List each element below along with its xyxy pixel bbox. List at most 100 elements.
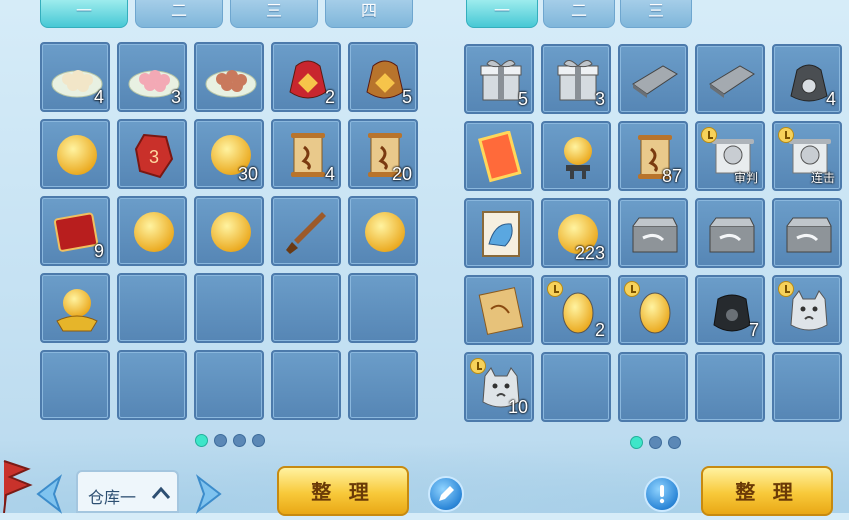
inventory-slot[interactable]: 4 [772,44,842,114]
sort-inventory-button[interactable]: 整 理 [701,466,833,516]
inventory-slot[interactable] [618,275,688,345]
warehouse-slot[interactable]: 9 [40,196,110,266]
info-button[interactable] [644,476,680,512]
clock-icon [778,281,794,297]
page-dot[interactable] [195,434,208,447]
warehouse-slot[interactable] [348,196,418,266]
inventory-slot[interactable]: 87 [618,121,688,191]
inventory-slot[interactable]: 连击 [772,121,842,191]
clock-icon [778,127,794,143]
tab-right-3[interactable]: 三 [620,0,692,28]
inventory-empty-slot[interactable] [695,352,765,422]
left-arrow-icon [36,474,63,514]
left-tab-bar: 一 二 三 四 [40,0,420,30]
svg-text:3: 3 [149,147,159,167]
clock-icon [701,127,717,143]
page-dot[interactable] [214,434,227,447]
inventory-slot[interactable] [618,198,688,268]
warehouse-slot[interactable] [194,196,264,266]
page-dot[interactable] [630,436,643,449]
page-dot[interactable] [649,436,662,449]
ink-tablet-icon [629,208,681,260]
warehouse-empty-slot[interactable] [40,350,110,420]
inventory-empty-slot[interactable] [772,352,842,422]
inventory-slot[interactable] [464,275,534,345]
prev-warehouse-button[interactable] [30,473,70,515]
inventory-slot[interactable] [464,198,534,268]
warehouse-slot[interactable]: 4 [271,119,341,189]
warehouse-slot[interactable]: 2 [271,42,341,112]
warehouse-slot[interactable]: 20 [348,119,418,189]
rename-warehouse-button[interactable] [428,476,464,512]
item-count: 2 [594,320,605,340]
sort-warehouse-button[interactable]: 整 理 [277,466,409,516]
inventory-slot[interactable]: 审判 [695,121,765,191]
golden-fire-orb-icon [359,206,411,258]
warehouse-slot[interactable] [271,196,341,266]
inventory-slot[interactable] [695,198,765,268]
inventory-slot[interactable] [541,121,611,191]
warehouse-empty-slot[interactable] [271,273,341,343]
chevron-up-icon [151,486,171,499]
red-stone-icon: 3 [128,129,180,181]
tab-right-2[interactable]: 二 [543,0,615,28]
warehouse-selected-label: 仓库一 [88,490,137,507]
tab-left-2[interactable]: 二 [135,0,223,28]
item-count: 87 [661,166,682,186]
inventory-slot[interactable] [464,121,534,191]
warehouse-slot[interactable]: 3 [117,119,187,189]
ice-beast-card-icon [475,208,527,260]
item-count: 223 [574,243,605,263]
warehouse-empty-slot[interactable] [194,350,264,420]
tab-right-1[interactable]: 一 [466,0,538,28]
glowing-talisman-icon [475,130,527,183]
item-count: 30 [237,164,258,184]
item-count: 10 [507,397,528,417]
tab-left-1[interactable]: 一 [40,0,128,28]
tab-left-3[interactable]: 三 [230,0,318,28]
warehouse-slot[interactable] [40,273,110,343]
inventory-slot[interactable]: 10 [464,352,534,422]
warehouse-empty-slot[interactable] [348,273,418,343]
warehouse-dropdown[interactable]: 仓库一 [76,470,179,513]
warehouse-slot[interactable] [117,196,187,266]
warehouse-slot[interactable]: 3 [117,42,187,112]
inventory-slot[interactable] [695,44,765,114]
page-dot[interactable] [252,434,265,447]
inventory-slot[interactable] [772,198,842,268]
inventory-empty-slot[interactable] [618,352,688,422]
page-dot[interactable] [233,434,246,447]
warehouse-slot[interactable]: 30 [194,119,264,189]
item-count: 4 [825,89,836,109]
item-count: 3 [170,87,181,107]
warehouse-empty-slot[interactable] [271,350,341,420]
silver-ingot-bar-icon [629,54,681,106]
crystal-ball-stand-icon [552,131,604,183]
meatballs-plate-icon [205,52,257,104]
left-pagination [195,434,275,448]
right-pagination [630,436,690,450]
inventory-slot[interactable]: 3 [541,44,611,114]
purple-orb-icon [205,206,257,258]
warehouse-empty-slot[interactable] [348,350,418,420]
page-dot[interactable] [668,436,681,449]
next-warehouse-button[interactable] [188,473,228,515]
inventory-slot[interactable]: 2 [541,275,611,345]
warehouse-grid: 4 3 2 5 3 30 4 20 9 [40,42,422,424]
inventory-slot[interactable] [618,44,688,114]
warehouse-slot[interactable] [194,42,264,112]
warehouse-slot[interactable]: 5 [348,42,418,112]
warehouse-empty-slot[interactable] [117,350,187,420]
tab-left-4[interactable]: 四 [325,0,413,28]
item-count: 2 [324,87,335,107]
warehouse-empty-slot[interactable] [117,273,187,343]
warehouse-slot[interactable] [40,119,110,189]
inventory-slot[interactable]: 7 [695,275,765,345]
warehouse-slot[interactable]: 4 [40,42,110,112]
inventory-slot[interactable]: 223 [541,198,611,268]
inventory-slot[interactable] [772,275,842,345]
inventory-slot[interactable]: 5 [464,44,534,114]
inventory-empty-slot[interactable] [541,352,611,422]
golden-lightning-orb-icon [51,129,103,181]
warehouse-empty-slot[interactable] [194,273,264,343]
